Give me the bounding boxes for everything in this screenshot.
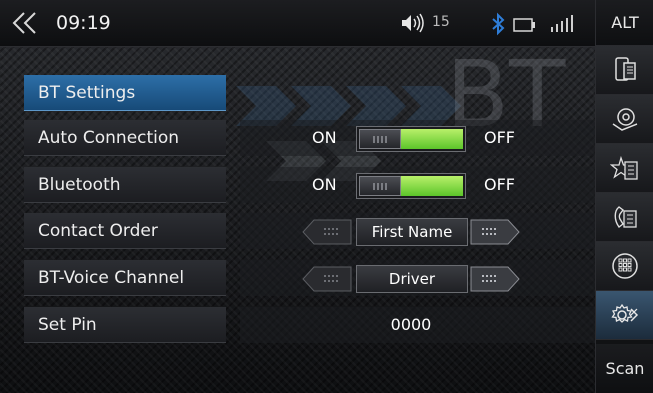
toggle-fill [401, 129, 463, 149]
phone-icon [615, 57, 636, 81]
previous-arrow-icon[interactable] [302, 219, 352, 245]
scan-button[interactable]: Scan [596, 344, 653, 393]
music-bt-button[interactable] [596, 95, 653, 144]
bluetooth-label: Bluetooth [24, 167, 226, 203]
on-label: ON [312, 128, 337, 147]
toggle-fill [401, 176, 463, 196]
keypad-button[interactable] [596, 242, 653, 291]
signal-icon [549, 13, 579, 33]
auto-connection-label: Auto Connection [24, 120, 226, 156]
page-title: BT Settings [24, 75, 226, 111]
settings-icon [611, 303, 639, 323]
bluetooth-icon [491, 12, 505, 36]
status-bar: 09:19 15 [0, 0, 595, 47]
voice-channel-value: Driver [356, 265, 468, 293]
bt-settings-screen: 09:19 15 BT BT Settings Auto Connection … [0, 0, 653, 393]
toggle-knob[interactable] [359, 129, 401, 149]
contact-order-value: First Name [356, 218, 468, 246]
clock: 09:19 [56, 12, 111, 34]
voice-channel-control: Driver [240, 260, 595, 296]
side-panel: ALT Scan [595, 0, 653, 393]
voice-channel-row: BT-Voice Channel Driver [24, 260, 595, 296]
auto-connection-row: Auto Connection ON OFF [24, 120, 595, 156]
bt-settings-button[interactable] [596, 291, 653, 340]
previous-arrow-icon[interactable] [302, 266, 352, 292]
bluetooth-control: ON OFF [240, 167, 595, 203]
next-arrow-icon[interactable] [470, 219, 520, 245]
off-label: OFF [484, 175, 515, 194]
battery-icon [513, 17, 537, 32]
contact-order-row: Contact Order First Name [24, 213, 595, 249]
music-bt-icon [612, 108, 638, 131]
bluetooth-toggle[interactable] [356, 173, 466, 199]
off-label: OFF [484, 128, 515, 147]
contact-order-control: First Name [240, 213, 595, 249]
back-icon[interactable] [10, 8, 40, 38]
phone-button[interactable] [596, 46, 653, 95]
call-log-button[interactable] [596, 193, 653, 242]
favorites-icon [610, 155, 638, 180]
call-log-icon [614, 206, 637, 228]
on-label: ON [312, 175, 337, 194]
bluetooth-row: Bluetooth ON OFF [24, 167, 595, 203]
set-pin-control[interactable]: 0000 [240, 307, 595, 343]
contact-order-label: Contact Order [24, 213, 226, 249]
auto-connection-toggle[interactable] [356, 126, 466, 152]
set-pin-row[interactable]: Set Pin 0000 [24, 307, 595, 343]
auto-connection-control: ON OFF [240, 120, 595, 156]
pin-value: 0000 [390, 315, 432, 334]
volume-level: 15 [432, 14, 450, 30]
speaker-icon [400, 13, 426, 33]
alt-button[interactable]: ALT [596, 0, 653, 46]
next-arrow-icon[interactable] [470, 266, 520, 292]
set-pin-label: Set Pin [24, 307, 226, 343]
toggle-knob[interactable] [359, 176, 401, 196]
voice-channel-label: BT-Voice Channel [24, 260, 226, 296]
favorites-button[interactable] [596, 144, 653, 193]
title-row: BT Settings [24, 75, 595, 111]
keypad-icon [612, 253, 638, 279]
